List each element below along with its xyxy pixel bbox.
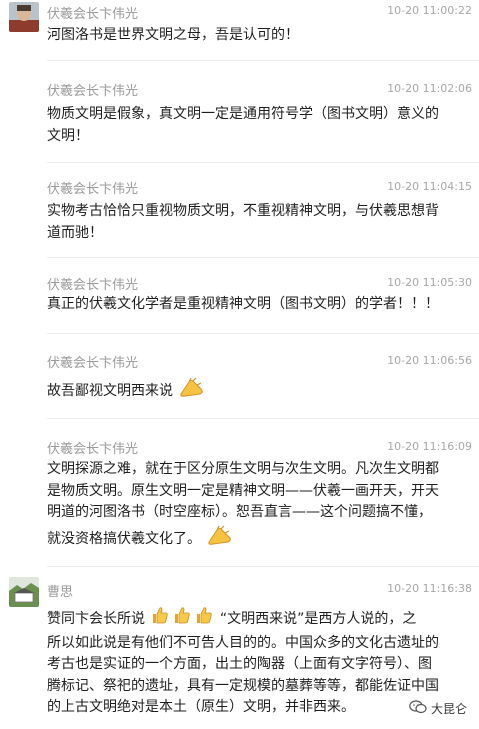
thumbs-up-icon (150, 605, 170, 633)
message-line: 的上古文明绝对是本土（原生）文明，并非西来。 (47, 699, 355, 715)
thumbs-up-icon (194, 605, 214, 633)
message-text: 河图洛书是世界文明之母，吾是认可的！ (47, 25, 457, 47)
wechat-icon (409, 700, 427, 717)
divider (47, 257, 479, 258)
message-line: 所以如此说是有他们不可告人目的的。中国众多的文化古遗址的 (47, 634, 439, 651)
message-line: 实物考古恰恰只重视物质文明，不重视精神文明，与伏羲思想背 (47, 203, 439, 219)
message-line: 赞同卞会长所说 (47, 610, 145, 627)
message-text: 物质文明是假象，真文明一定是通用符号学（图书文明）意义的 文明！ (47, 104, 457, 147)
timestamp: 10-20 11:05:30 (387, 276, 472, 289)
sender-name[interactable]: 曹思 (47, 581, 73, 600)
message-line: 真正的伏羲文化学者是重视精神文明（图书文明）的学者！！！ (47, 296, 439, 312)
message-line: 河图洛书是世界文明之母，吾是认可的！ (47, 27, 299, 43)
timestamp: 10-20 11:02:06 (387, 82, 472, 95)
thumbs-up-icon (172, 605, 192, 633)
watermark: 大昆仑 (409, 700, 467, 717)
message-line: 是物质文明。原生文明一定是精神文明——伏羲一画开天，开天 (47, 482, 439, 499)
waving-hand-icon (207, 524, 233, 554)
message-line: 明道的河图洛书（时空座标）。恕吾直言——这个问题搞不懂， (47, 504, 432, 520)
message-text: 故吾鄙视文明西来说 (47, 376, 457, 406)
message-line: 考古也是实证的一个方面，出土的陶器（上面有文字符号）、图 (47, 656, 432, 672)
avatar[interactable] (9, 2, 39, 32)
divider (47, 418, 479, 419)
message-line: 物质文明是假象，真文明一定是通用符号学（图书文明）意义的 (47, 106, 439, 122)
sender-name[interactable]: 伏羲会长卞伟光 (47, 438, 138, 457)
sender-name[interactable]: 伏羲会长卞伟光 (47, 178, 138, 197)
timestamp: 10-20 11:16:38 (387, 582, 472, 595)
divider (47, 333, 479, 334)
sender-name[interactable]: 伏羲会长卞伟光 (47, 274, 138, 293)
message-line: 就没资格搞伏羲文化了。 (47, 530, 201, 547)
message-text: 赞同卞会长所说 “文明西来说”是西方人说的，之 所以如此说是有他们不可告人目的的… (47, 605, 457, 719)
message-text: 真正的伏羲文化学者是重视精神文明（图书文明）的学者！！！ (47, 294, 457, 316)
avatar[interactable] (9, 577, 39, 607)
timestamp: 10-20 11:00:22 (387, 4, 472, 17)
message-line: 文明！ (47, 127, 89, 144)
waving-hand-icon (179, 376, 205, 406)
divider (47, 566, 479, 567)
timestamp: 10-20 11:06:56 (387, 354, 472, 367)
message-line: 腾标记、祭祀的遗址，具有一定规模的墓葬等等，都能佐证中国 (47, 677, 439, 694)
watermark-text: 大昆仑 (430, 702, 467, 716)
message-text: 文明探源之难，就在于区分原生文明与次生文明。凡次生文明都 是物质文明。原生文明一… (47, 459, 457, 553)
message-line: 故吾鄙视文明西来说 (47, 382, 173, 399)
message-line: 文明探源之难，就在于区分原生文明与次生文明。凡次生文明都 (47, 461, 439, 477)
divider (47, 162, 479, 163)
timestamp: 10-20 11:04:15 (387, 180, 472, 193)
sender-name[interactable]: 伏羲会长卞伟光 (47, 80, 138, 99)
sender-name[interactable]: 伏羲会长卞伟光 (47, 352, 138, 371)
message-line: “文明西来说”是西方人说的，之 (219, 610, 417, 627)
sender-name[interactable]: 伏羲会长卞伟光 (47, 3, 138, 22)
timestamp: 10-20 11:16:09 (387, 440, 472, 453)
message-text: 实物考古恰恰只重视物质文明，不重视精神文明，与伏羲思想背 道而驰！ (47, 201, 457, 244)
message-line: 道而驰！ (47, 224, 103, 241)
divider (47, 60, 479, 61)
